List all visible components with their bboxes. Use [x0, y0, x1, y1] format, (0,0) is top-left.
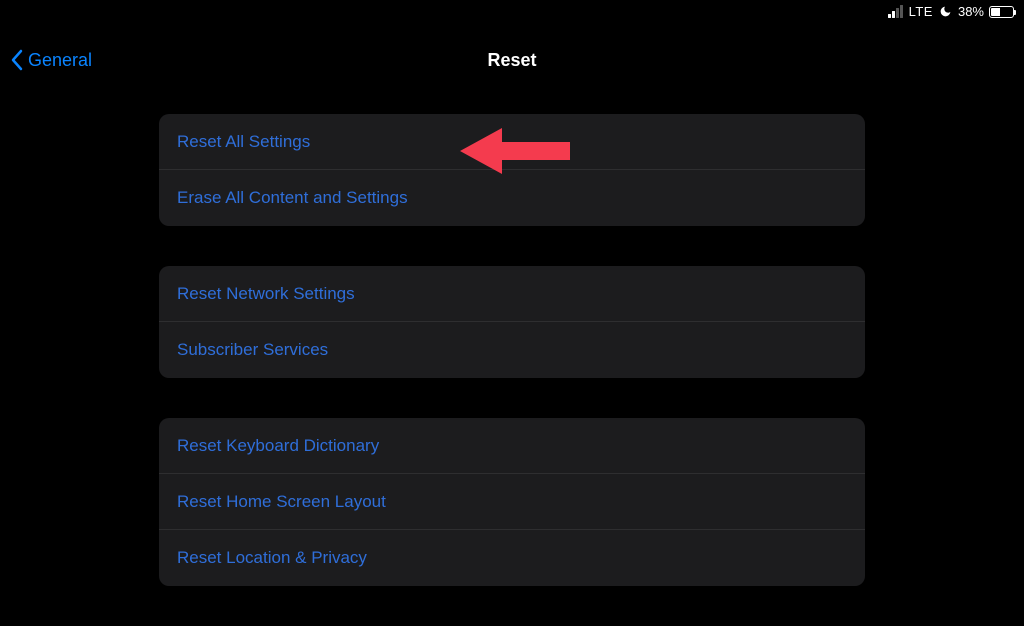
nav-bar: General Reset [0, 38, 1024, 82]
row-label: Subscriber Services [177, 340, 328, 360]
row-label: Reset All Settings [177, 132, 310, 152]
settings-group: Reset All Settings Erase All Content and… [159, 114, 865, 226]
row-label: Reset Home Screen Layout [177, 492, 386, 512]
signal-strength-icon [888, 5, 903, 18]
settings-group: Reset Network Settings Subscriber Servic… [159, 266, 865, 378]
reset-network-settings-row[interactable]: Reset Network Settings [159, 266, 865, 322]
subscriber-services-row[interactable]: Subscriber Services [159, 322, 865, 378]
network-type-label: LTE [909, 4, 933, 19]
settings-content: Reset All Settings Erase All Content and… [159, 114, 865, 626]
battery-icon [989, 6, 1014, 18]
erase-all-content-row[interactable]: Erase All Content and Settings [159, 170, 865, 226]
reset-all-settings-row[interactable]: Reset All Settings [159, 114, 865, 170]
battery-percent-label: 38% [958, 4, 984, 19]
row-label: Erase All Content and Settings [177, 188, 408, 208]
dnd-moon-icon [939, 5, 952, 18]
page-title: Reset [487, 50, 536, 71]
reset-location-privacy-row[interactable]: Reset Location & Privacy [159, 530, 865, 586]
row-label: Reset Location & Privacy [177, 548, 367, 568]
row-label: Reset Network Settings [177, 284, 355, 304]
row-label: Reset Keyboard Dictionary [177, 436, 379, 456]
back-label: General [28, 50, 92, 71]
back-button[interactable]: General [10, 49, 92, 71]
status-bar: LTE 38% [888, 4, 1014, 19]
settings-group: Reset Keyboard Dictionary Reset Home Scr… [159, 418, 865, 586]
reset-keyboard-dictionary-row[interactable]: Reset Keyboard Dictionary [159, 418, 865, 474]
reset-home-screen-layout-row[interactable]: Reset Home Screen Layout [159, 474, 865, 530]
battery-indicator: 38% [958, 4, 1014, 19]
chevron-left-icon [10, 49, 24, 71]
